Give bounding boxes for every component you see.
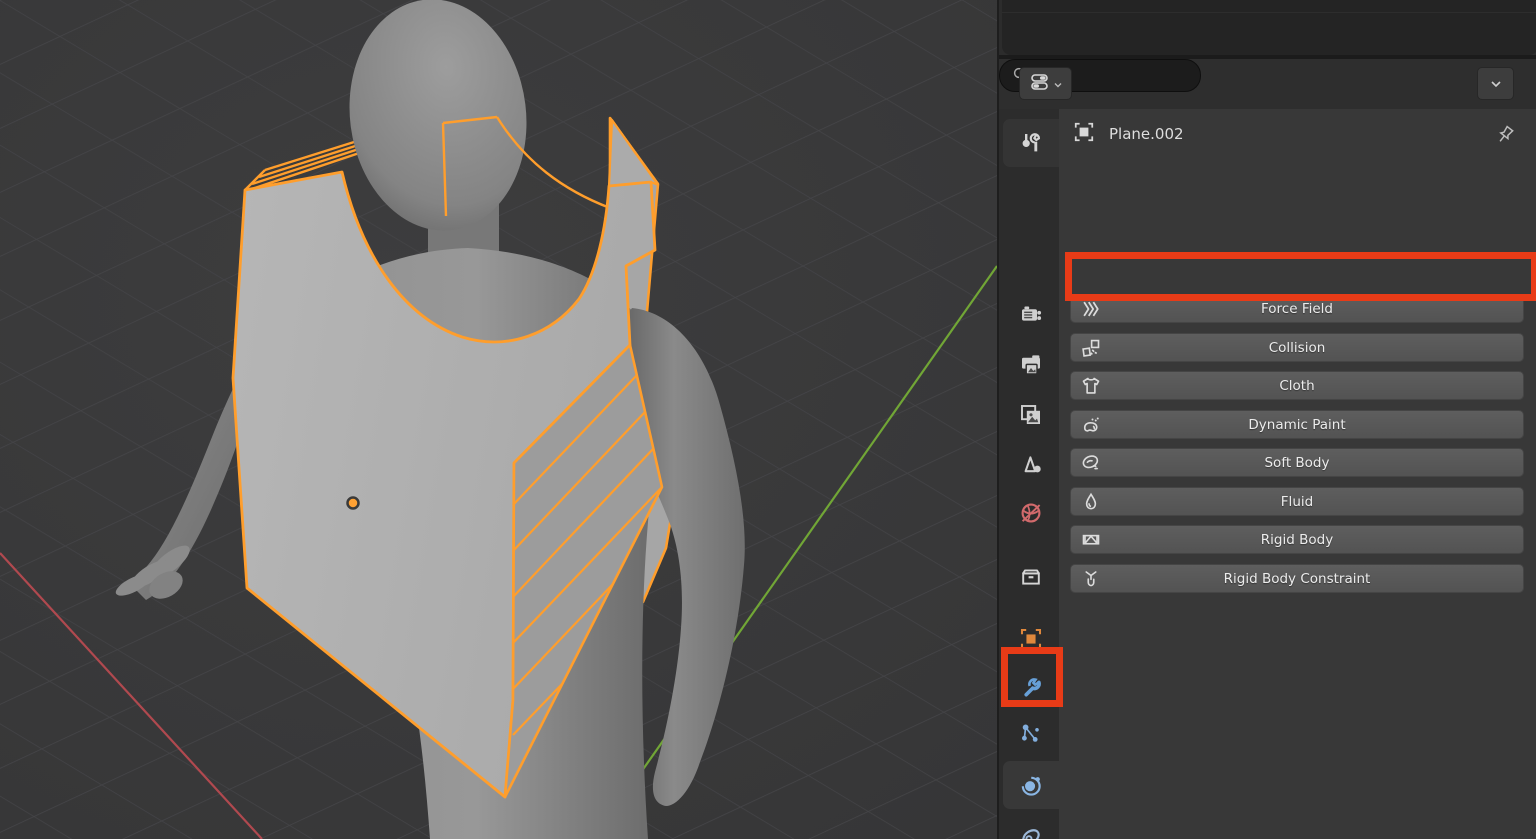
force-field-label: Force Field: [1261, 301, 1333, 317]
tab-constraints[interactable]: [1003, 813, 1059, 839]
force-field-icon: [1081, 299, 1101, 323]
rigid-body-constraint-icon: [1081, 569, 1101, 593]
collision-label: Collision: [1269, 340, 1326, 356]
tab-particles[interactable]: [1003, 710, 1059, 758]
scene-icon: [1019, 452, 1043, 476]
properties-editor: Plane.002 Force Field: [997, 0, 1536, 839]
dynamic-paint-label: Dynamic Paint: [1248, 417, 1345, 433]
object-origin-dot: [348, 498, 359, 509]
object-icon: [1019, 627, 1043, 651]
particles-icon: [1019, 722, 1043, 746]
pin-icon[interactable]: [1494, 123, 1516, 151]
soft-body-button[interactable]: Soft Body: [1070, 448, 1524, 477]
view-layer-icon: [1019, 403, 1043, 427]
tab-scene[interactable]: [1003, 440, 1059, 488]
chevron-down-icon: [1054, 74, 1062, 93]
rigid-body-icon: [1081, 530, 1101, 554]
collision-icon: [1081, 338, 1101, 362]
soft-body-icon: [1081, 453, 1101, 477]
tab-modifiers[interactable]: [1003, 663, 1059, 711]
cloth-label: Cloth: [1279, 378, 1314, 394]
fluid-label: Fluid: [1281, 494, 1313, 510]
tab-view-layer[interactable]: [1003, 391, 1059, 439]
fluid-icon: [1081, 492, 1101, 516]
outliner-bottom-strip: [1002, 0, 1536, 55]
tab-render[interactable]: [1003, 290, 1059, 338]
rigid-body-button[interactable]: Rigid Body: [1070, 525, 1524, 554]
properties-editor-icon: [1030, 73, 1052, 95]
wrench-icon: [1019, 675, 1043, 699]
3d-viewport[interactable]: [0, 0, 997, 839]
physics-icon: [1019, 773, 1043, 797]
cloth-button[interactable]: Cloth: [1070, 371, 1524, 400]
tab-world[interactable]: [1003, 489, 1059, 537]
tab-physics[interactable]: [1003, 761, 1059, 809]
physics-properties-content: Plane.002 Force Field: [1059, 109, 1536, 839]
constraint-icon: [1019, 825, 1043, 839]
collision-button[interactable]: Collision: [1070, 333, 1524, 362]
soft-body-label: Soft Body: [1264, 455, 1329, 471]
rigid-body-constraint-label: Rigid Body Constraint: [1224, 571, 1371, 587]
cloth-icon: [1081, 376, 1101, 400]
tab-output[interactable]: [1003, 341, 1059, 389]
properties-tab-rail: [1001, 109, 1059, 839]
editor-type-dropdown[interactable]: [1019, 67, 1072, 100]
rigid-body-constraint-button[interactable]: Rigid Body Constraint: [1070, 564, 1524, 593]
object-name-label[interactable]: Plane.002: [1109, 125, 1184, 143]
properties-header: [999, 59, 1536, 109]
tab-tool[interactable]: [1003, 119, 1059, 167]
dynamic-paint-button[interactable]: Dynamic Paint: [1070, 410, 1524, 439]
rigid-body-label: Rigid Body: [1261, 532, 1333, 548]
filter-dropdown-button[interactable]: [1477, 67, 1514, 100]
breadcrumb: Plane.002: [1073, 121, 1184, 147]
object-breadcrumb-icon: [1073, 121, 1095, 147]
tool-icon: [1019, 131, 1043, 155]
dynamic-paint-icon: [1081, 415, 1101, 439]
fluid-button[interactable]: Fluid: [1070, 487, 1524, 516]
render-icon: [1019, 302, 1043, 326]
output-icon: [1019, 353, 1043, 377]
world-icon: [1019, 501, 1043, 525]
force-field-button[interactable]: Force Field: [1070, 294, 1524, 323]
collection-icon: [1019, 565, 1043, 589]
tab-object[interactable]: [1003, 615, 1059, 663]
tab-collection[interactable]: [1003, 553, 1059, 601]
